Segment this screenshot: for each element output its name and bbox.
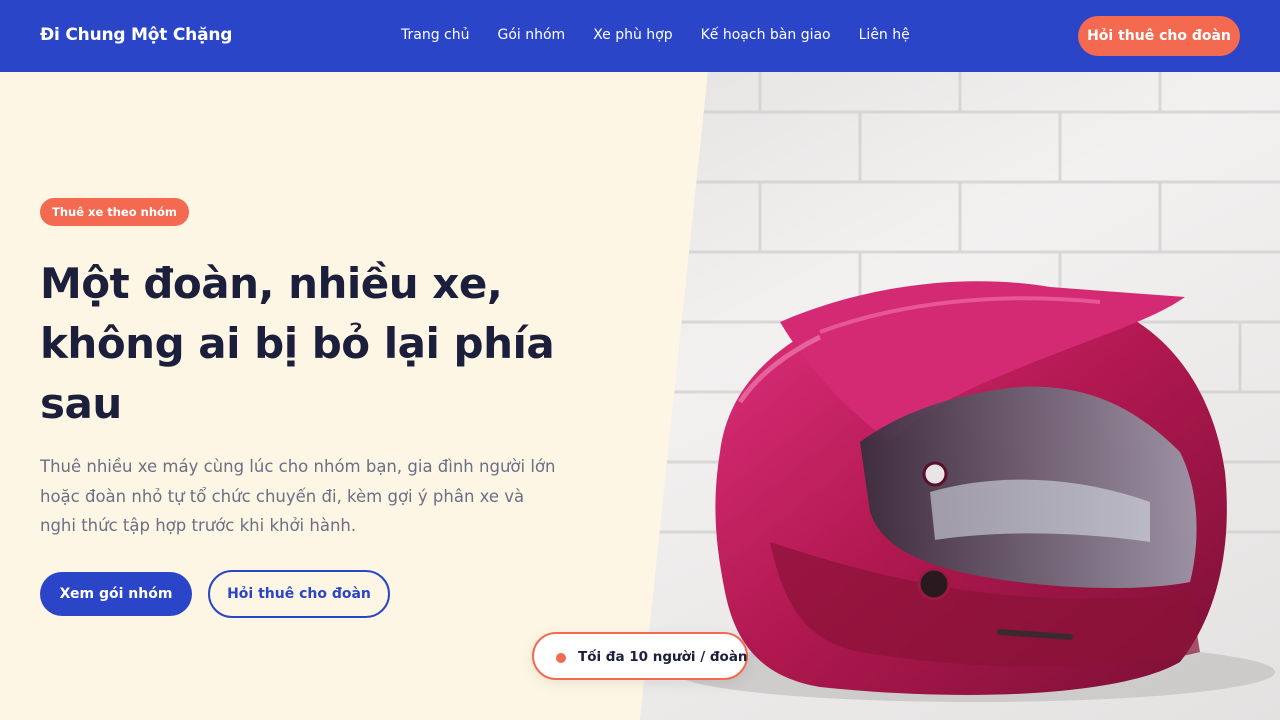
brand-logo[interactable]: Đi Chung Một Chặng (40, 25, 232, 45)
main-nav: Trang chủ Gói nhóm Xe phù hợp Kế hoạch b… (401, 27, 938, 43)
ask-group-rental-button[interactable]: Hỏi thuê cho đoàn (208, 570, 390, 618)
group-rental-badge: Thuê xe theo nhóm (40, 198, 189, 226)
nav-link-home[interactable]: Trang chủ (401, 27, 469, 43)
nav-link-handover-plan[interactable]: Kế hoạch bàn giao (701, 27, 831, 43)
top-navbar: Đi Chung Một Chặng Trang chủ Gói nhóm Xe… (0, 0, 1280, 72)
capacity-text: Tối đa 10 người / đoàn (578, 649, 748, 665)
view-group-packages-button[interactable]: Xem gói nhóm (40, 572, 192, 616)
nav-link-contact[interactable]: Liên hệ (859, 27, 910, 43)
nav-link-group-packages[interactable]: Gói nhóm (497, 27, 565, 43)
hero-headline: Một đoàn, nhiều xe, không ai bị bỏ lại p… (40, 254, 560, 434)
capacity-pill: Tối đa 10 người / đoàn (532, 632, 748, 680)
nav-link-suitable-bikes[interactable]: Xe phù hợp (593, 27, 672, 43)
hero-description: Thuê nhiều xe máy cùng lúc cho nhóm bạn,… (40, 457, 556, 535)
headline-line-2: không ai bị bỏ lại phía (40, 319, 555, 368)
capacity-dot-icon (556, 653, 566, 663)
headline-line-1: Một đoàn, nhiều xe, (40, 259, 503, 308)
nav-rent-for-group-button[interactable]: Hỏi thuê cho đoàn (1078, 16, 1240, 56)
headline-line-3: sau (40, 379, 122, 428)
